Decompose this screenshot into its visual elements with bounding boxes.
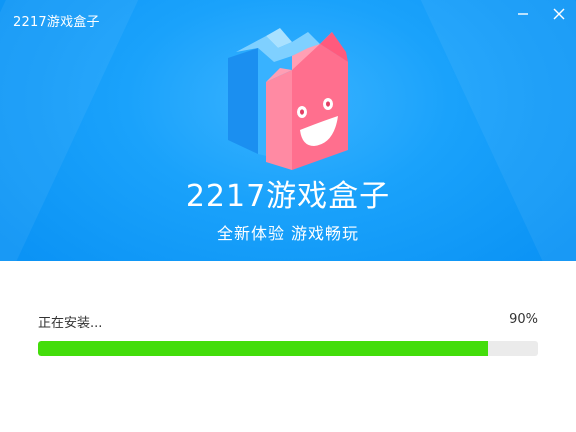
install-percent: 90% bbox=[509, 312, 538, 327]
minimize-button[interactable] bbox=[512, 4, 534, 24]
progress-bar bbox=[38, 341, 538, 356]
light-beam-left bbox=[0, 0, 155, 261]
minimize-icon bbox=[518, 13, 528, 15]
hero-banner: 2217游戏盒子 2217游戏盒子 全新体验 游戏畅玩 bbox=[0, 0, 576, 261]
cube-mascot-logo-icon bbox=[228, 28, 348, 170]
window-title: 2217游戏盒子 bbox=[13, 15, 100, 30]
installer-window: 2217游戏盒子 2217游戏盒子 全新体验 游戏畅玩 正在安装... 90% bbox=[0, 0, 576, 432]
close-button[interactable] bbox=[548, 4, 570, 24]
progress-fill bbox=[38, 341, 488, 356]
close-icon bbox=[553, 8, 565, 20]
brand-name: 2217游戏盒子 bbox=[185, 179, 391, 214]
light-beam-right bbox=[406, 0, 576, 261]
install-status-label: 正在安装... bbox=[38, 316, 103, 331]
slogan: 全新体验 游戏畅玩 bbox=[216, 224, 360, 243]
